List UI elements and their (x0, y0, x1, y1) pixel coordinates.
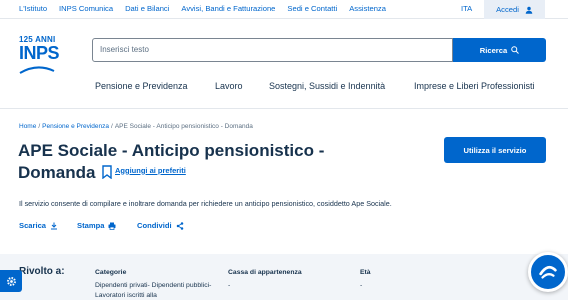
bookmark-icon (102, 165, 112, 179)
utility-link-avvisi[interactable]: Avvisi, Bandi e Fatturazione (181, 4, 275, 13)
column-value-categorie: Dipendenti privati- Dipendenti pubblici-… (95, 282, 212, 299)
user-icon (525, 6, 533, 14)
utility-link-dati[interactable]: Dati e Bilanci (125, 4, 169, 13)
chatbot-button[interactable] (528, 252, 568, 292)
utility-link-istituto[interactable]: L'Istituto (19, 4, 47, 13)
utility-link-sedi[interactable]: Sedi e Contatti (287, 4, 337, 13)
add-favorite-label: Aggiungi ai preferiti (115, 165, 186, 175)
language-selector[interactable]: ITA (461, 4, 472, 13)
breadcrumb-section[interactable]: Pensione e Previdenza (42, 123, 109, 130)
add-favorite-button[interactable]: Aggiungi ai preferiti (102, 165, 186, 179)
target-panel (0, 254, 568, 300)
use-service-button[interactable]: Utilizza il servizio (444, 137, 546, 163)
login-button[interactable]: Accedi (484, 0, 545, 19)
logo-name: INPS (19, 43, 60, 63)
breadcrumb-current: APE Sociale - Anticipo pensionistico - D… (114, 123, 253, 130)
share-label: Condividi (137, 221, 172, 230)
search-button-label: Ricerca (479, 45, 508, 55)
breadcrumb: Home / Pensione e Previdenza / APE Sociale -… (19, 123, 253, 130)
chatbot-icon (539, 265, 557, 279)
share-button[interactable]: Condividi (137, 221, 184, 230)
nav-item-lavoro[interactable]: Lavoro (215, 81, 243, 91)
target-heading: Rivolto a: (19, 266, 65, 277)
column-header-eta: Età (360, 269, 371, 276)
search-icon (511, 46, 520, 54)
nav-item-pensione[interactable]: Pensione e Previdenza (95, 81, 188, 91)
column-value-eta: - (360, 282, 363, 289)
page-description: Il servizio consente di compilare e inol… (19, 199, 392, 208)
inps-logo[interactable]: 125 ANNI INPS (19, 35, 60, 77)
print-label: Stampa (77, 221, 105, 230)
search-input[interactable]: Inserisci testo (92, 38, 453, 62)
print-icon (108, 222, 116, 230)
logo-swoosh (19, 66, 55, 74)
header-divider (0, 108, 568, 109)
breadcrumb-home[interactable]: Home (19, 123, 36, 130)
share-icon (176, 221, 183, 230)
settings-button[interactable] (0, 270, 22, 292)
download-label: Scarica (19, 221, 47, 230)
login-label: Accedi (496, 5, 519, 14)
print-button[interactable]: Stampa (77, 221, 116, 230)
nav-item-imprese[interactable]: Imprese e Liberi Professionisti (414, 81, 535, 91)
utility-links: L'Istituto INPS Comunica Dati e Bilanci … (19, 4, 386, 13)
top-utility-bar: L'Istituto INPS Comunica Dati e Bilanci … (0, 0, 568, 19)
gear-icon (6, 276, 16, 286)
search-button[interactable]: Ricerca (453, 38, 546, 62)
utility-link-assistenza[interactable]: Assistenza (349, 4, 386, 13)
download-button[interactable]: Scarica (19, 221, 58, 230)
download-icon (51, 222, 58, 229)
nav-item-sostegni[interactable]: Sostegni, Sussidi e Indennità (269, 81, 385, 91)
column-header-categorie: Categorie (95, 269, 127, 276)
column-value-cassa: - (228, 282, 231, 289)
column-header-cassa: Cassa di appartenenza (228, 269, 302, 276)
utility-link-comunica[interactable]: INPS Comunica (59, 4, 113, 13)
